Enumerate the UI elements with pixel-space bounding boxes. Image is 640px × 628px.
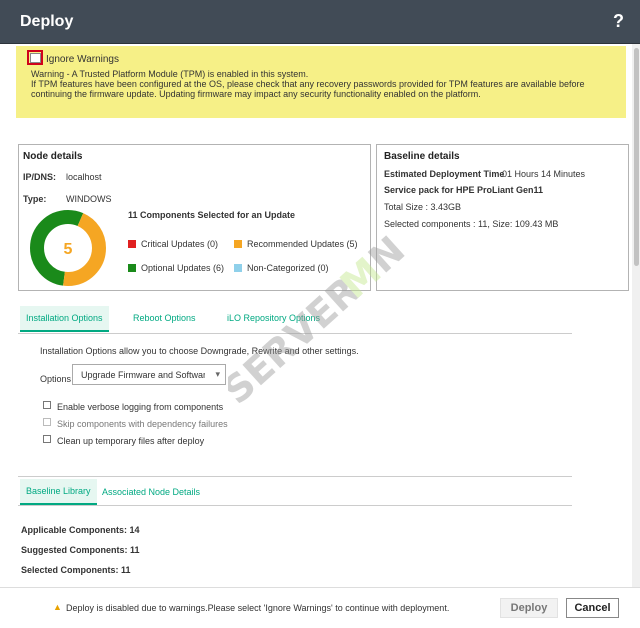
donut-center-label: 5 <box>64 241 73 258</box>
tab-top-divider <box>18 476 572 477</box>
type-label: Type: <box>23 194 47 204</box>
ip-label: IP/DNS: <box>23 172 57 182</box>
footer-message: Deploy is disabled due to warnings.Pleas… <box>66 603 450 613</box>
est-time-value: 01 Hours 14 Minutes <box>502 169 586 179</box>
legend-optional: Optional Updates (6) <box>141 263 225 273</box>
servermon-watermark: SERVER M N <box>228 228 413 408</box>
suggested-components: Suggested Components: 11 <box>21 545 140 555</box>
applicable-components: Applicable Components: 14 <box>21 525 140 535</box>
ignore-warnings-checkbox[interactable] <box>30 53 41 63</box>
tab-baseline-library[interactable]: Baseline Library <box>20 479 97 505</box>
deploy-button: Deploy <box>500 598 558 618</box>
warning-banner: Ignore Warnings Warning - A Trusted Plat… <box>16 46 626 118</box>
cleanup-label[interactable]: Clean up temporary files after deploy <box>57 436 204 446</box>
warning-icon: ▲ <box>53 602 62 612</box>
ip-value: localhost <box>66 172 102 182</box>
updates-donut-chart: 5 <box>30 210 106 286</box>
optional-swatch <box>128 264 136 272</box>
cancel-button[interactable]: Cancel <box>566 598 619 618</box>
cleanup-checkbox[interactable] <box>43 435 51 443</box>
verbose-logging-checkbox[interactable] <box>43 401 51 409</box>
scrollbar-thumb[interactable] <box>634 48 639 266</box>
node-details-heading: Node details <box>23 151 83 162</box>
options-select[interactable]: Upgrade Firmware and Software ▾ <box>72 364 226 385</box>
type-value: WINDOWS <box>66 194 112 204</box>
warning-line-1: Warning - A Trusted Platform Module (TPM… <box>31 69 309 79</box>
tab-installation-options[interactable]: Installation Options <box>20 306 109 332</box>
options-label: Options <box>40 374 72 384</box>
chevron-down-icon: ▾ <box>215 369 220 379</box>
skip-components-label: Skip components with dependency failures <box>57 419 228 429</box>
baseline-heading: Baseline details <box>384 151 460 162</box>
service-pack-name: Service pack for HPE ProLiant Gen11 <box>384 185 544 195</box>
critical-swatch <box>128 240 136 248</box>
dialog-titlebar: Deploy ? <box>0 0 640 44</box>
options-select-value: Upgrade Firmware and Software <box>81 370 205 380</box>
warning-line-2: If TPM features have been configured at … <box>31 79 585 99</box>
selected-components-count: Selected Components: 11 <box>21 565 131 575</box>
tab-reboot-options[interactable]: Reboot Options <box>133 313 196 323</box>
dialog-footer: ▲ Deploy is disabled due to warnings.Ple… <box>0 587 640 628</box>
legend-critical: Critical Updates (0) <box>141 239 219 249</box>
warning-message: Warning - A Trusted Platform Module (TPM… <box>31 69 621 99</box>
tab2-divider <box>18 505 572 506</box>
dialog-title: Deploy <box>20 13 74 30</box>
est-time-label: Estimated Deployment Time <box>384 169 505 179</box>
total-size: Total Size : 3.43GB <box>384 202 462 212</box>
tab-associated-node-details[interactable]: Associated Node Details <box>102 487 200 497</box>
components-selected-text: 11 Components Selected for an Update <box>128 210 296 220</box>
skip-components-checkbox <box>43 418 51 426</box>
help-icon[interactable]: ? <box>613 11 624 32</box>
ignore-warnings-label[interactable]: Ignore Warnings <box>46 54 119 65</box>
verbose-logging-label[interactable]: Enable verbose logging from components <box>57 402 223 412</box>
